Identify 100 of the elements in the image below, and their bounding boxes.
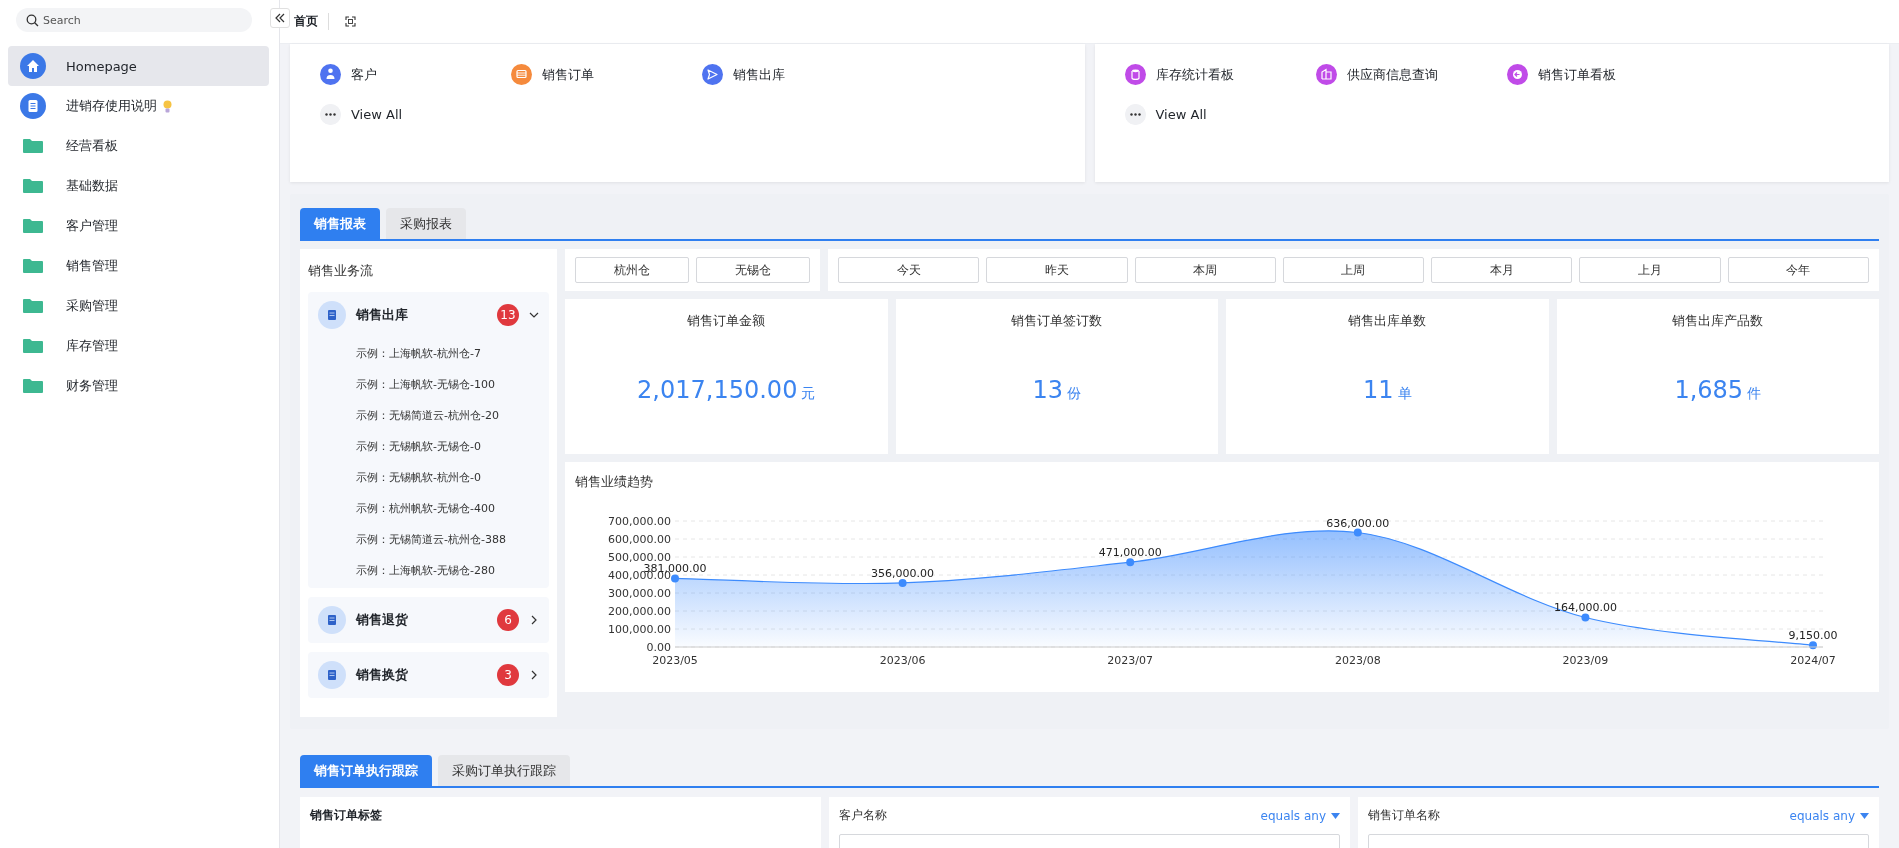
home-icon [20, 53, 46, 79]
count-badge: 13 [497, 304, 519, 326]
axis-tick-label: 0.00 [646, 641, 671, 654]
flow-entry[interactable]: 示例：无锡帆软-无锡仓-0 [318, 431, 539, 462]
stat-value: 11 [1362, 376, 1394, 404]
period-filter-button[interactable]: 本月 [1431, 257, 1573, 283]
shortcut-link[interactable]: 库存统计看板 [1124, 64, 1316, 85]
double-chevron-left-icon [275, 13, 285, 23]
axis-tick-label: 2023/08 [1334, 654, 1381, 667]
flow-entry[interactable]: 示例：杭州帆软-无锡仓-400 [318, 493, 539, 524]
axis-tick-label: 2023/09 [1562, 654, 1609, 667]
sidebar-item[interactable]: 采购管理 [8, 286, 269, 326]
axis-tick-label: 300,000.00 [608, 587, 671, 600]
flow-group-label[interactable]: 销售出库 [356, 306, 487, 324]
axis-tick-label: 100,000.00 [608, 623, 671, 636]
axis-tick-label: 2023/05 [652, 654, 698, 667]
shortcut-link[interactable]: 销售出库 [702, 64, 893, 85]
period-filter-button[interactable]: 上周 [1282, 257, 1425, 283]
flow-entry[interactable]: 示例：上海帆软-无锡仓-100 [318, 369, 539, 400]
period-filter-button[interactable]: 本周 [1134, 257, 1276, 283]
data-label: 9,150.00 [1788, 629, 1838, 643]
axis-tick-label: 600,000.00 [608, 533, 671, 546]
data-label: 164,000.00 [1553, 601, 1617, 615]
axis-tick-label: 200,000.00 [608, 605, 671, 618]
chevron-right-icon[interactable] [529, 670, 539, 680]
period-filter-button[interactable]: 昨天 [986, 257, 1128, 283]
stat-label: 销售订单签订数 [1011, 313, 1103, 330]
warehouse-filter-button[interactable]: 杭州仓 [575, 257, 689, 283]
period-filter-button[interactable]: 今天 [838, 257, 980, 283]
filter-label: 销售订单名称 [1368, 807, 1440, 824]
sidebar-item[interactable]: 经营看板 [8, 126, 269, 166]
filter-label: 客户名称 [839, 807, 887, 824]
panel-title: 销售业务流 [308, 263, 374, 280]
flow-entry[interactable]: 示例：无锡帆软-杭州仓-0 [318, 462, 539, 493]
stat-unit: 件 [1747, 385, 1762, 403]
document-icon [20, 93, 46, 119]
panel-title: 销售订单标签 [310, 807, 383, 824]
flow-entry[interactable]: 示例：上海帆软-杭州仓-7 [318, 338, 539, 369]
chevron-down-icon[interactable] [529, 310, 539, 320]
data-label: 636,000.00 [1326, 516, 1390, 530]
tab[interactable]: 采购报表 [386, 208, 466, 239]
sidebar-item[interactable]: 客户管理 [8, 206, 269, 246]
folder-icon [23, 378, 43, 394]
folder-icon [23, 258, 43, 274]
stat-label: 销售出库产品数 [1672, 313, 1764, 330]
view-all-link[interactable]: View All [1124, 104, 1316, 125]
data-point [671, 574, 679, 583]
tab[interactable]: 销售订单执行跟踪 [300, 755, 432, 786]
count-badge: 3 [497, 664, 519, 686]
folder-icon [23, 298, 43, 314]
period-filter-button[interactable]: 今年 [1727, 257, 1869, 283]
caret-down-icon [1331, 812, 1340, 819]
flow-group-label[interactable]: 销售退货 [356, 611, 487, 629]
folder-icon [23, 218, 43, 234]
operator-dropdown[interactable]: equals any [1789, 807, 1869, 824]
clipboard-icon [318, 301, 346, 329]
axis-tick-label: 500,000.00 [608, 551, 671, 564]
data-label: 471,000.00 [1098, 546, 1162, 560]
operator-dropdown[interactable]: equals any [1260, 807, 1340, 824]
stat-unit: 单 [1397, 385, 1412, 403]
collapse-sidebar-button[interactable] [270, 8, 290, 28]
count-badge: 6 [497, 609, 519, 631]
folder-icon [23, 338, 43, 354]
clipboard-icon [318, 606, 346, 634]
flow-group-label[interactable]: 销售换货 [356, 666, 487, 684]
axis-tick-label: 700,000.00 [608, 515, 671, 528]
chart-title: 销售业绩趋势 [575, 474, 654, 491]
folder-icon [23, 178, 43, 194]
sidebar-item[interactable]: 基础数据 [8, 166, 269, 206]
flow-entry[interactable]: 示例：无锡简道云-杭州仓-388 [318, 524, 539, 555]
axis-tick-label: 2023/07 [1107, 654, 1154, 667]
sidebar-item[interactable]: 财务管理 [8, 366, 269, 406]
sidebar-item[interactable]: 库存管理 [8, 326, 269, 366]
sidebar-item[interactable]: 进销存使用说明 [8, 86, 269, 126]
shortcut-link[interactable]: 销售订单看板 [1506, 64, 1698, 85]
shortcut-link[interactable]: 供应商信息查询 [1315, 64, 1507, 85]
stat-label: 销售出库单数 [1348, 313, 1427, 330]
data-point [1353, 528, 1362, 537]
clipboard-icon [318, 661, 346, 689]
search-field[interactable]: Search [16, 8, 252, 32]
sidebar-item[interactable]: 销售管理 [8, 246, 269, 286]
flow-entry[interactable]: 示例：上海帆软-无锡仓-280 [318, 555, 539, 586]
shortcut-link[interactable]: 销售订单 [511, 64, 702, 85]
data-point [1809, 641, 1817, 650]
stat-value: 1,685 [1674, 376, 1744, 404]
folder-icon [23, 138, 43, 154]
sidebar-item[interactable]: Homepage [8, 46, 269, 86]
chevron-right-icon[interactable] [529, 615, 539, 625]
view-all-link[interactable]: View All [320, 104, 511, 125]
warehouse-filter-button[interactable]: 无锡仓 [696, 257, 810, 283]
stat-label: 销售订单金额 [687, 313, 766, 330]
page-title: 首页 [294, 13, 329, 30]
stat-value: 2,017,150.00 [637, 376, 798, 404]
tab[interactable]: 采购订单执行跟踪 [438, 755, 570, 786]
caret-down-icon [1860, 812, 1869, 819]
shortcut-link[interactable]: 客户 [320, 64, 511, 85]
fullscreen-icon[interactable] [345, 16, 356, 27]
flow-entry[interactable]: 示例：无锡简道云-杭州仓-20 [318, 400, 539, 431]
tab[interactable]: 销售报表 [300, 208, 380, 239]
period-filter-button[interactable]: 上月 [1579, 257, 1721, 283]
